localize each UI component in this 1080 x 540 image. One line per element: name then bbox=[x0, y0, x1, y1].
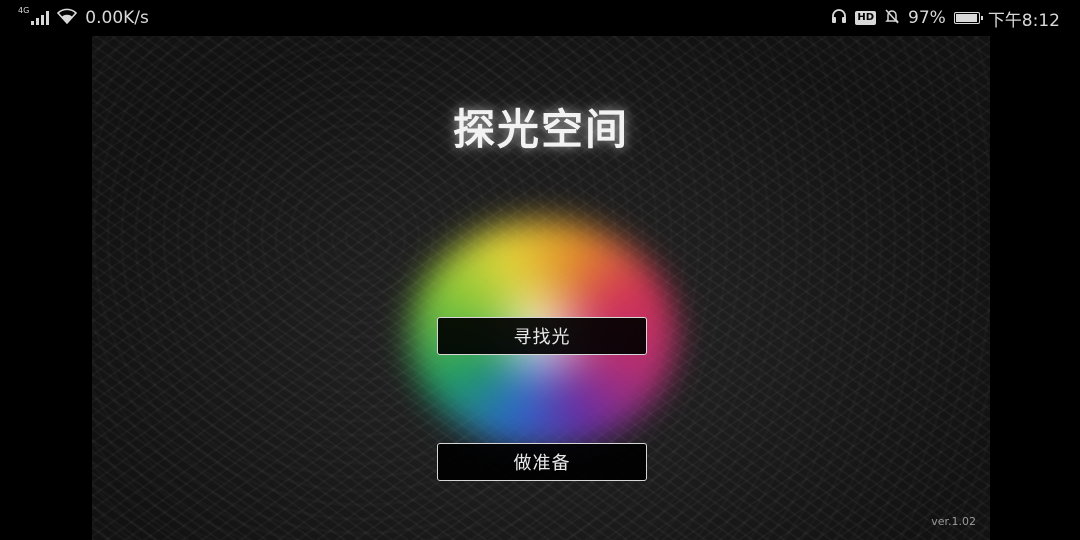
headphones-icon bbox=[831, 8, 847, 29]
net-speed: 0.00K/s bbox=[85, 8, 149, 28]
battery-percent: 97% bbox=[908, 8, 946, 28]
clock: 下午8:12 bbox=[987, 10, 1060, 31]
status-bar-left: 4G 0.00K/s bbox=[18, 0, 149, 36]
battery-fill bbox=[955, 14, 978, 22]
status-bar: 4G 0.00K/s HD 97% 下午8:12 bbox=[0, 0, 1080, 36]
hd-icon: HD bbox=[855, 11, 877, 25]
network-type: 4G bbox=[18, 5, 30, 15]
game-stage: 探光空间 寻找光 做准备 ver.1.02 bbox=[92, 36, 990, 540]
prepare-button[interactable]: 做准备 bbox=[437, 443, 647, 481]
status-bar-right: HD 97% 下午8:12 bbox=[831, 0, 1060, 36]
app-title: 探光空间 bbox=[452, 105, 629, 154]
version-label: ver.1.02 bbox=[931, 515, 976, 528]
signal-icon bbox=[31, 11, 50, 25]
bell-muted-icon bbox=[884, 8, 900, 29]
find-light-button[interactable]: 寻找光 bbox=[437, 317, 647, 355]
battery-icon bbox=[953, 12, 983, 24]
wifi-icon bbox=[57, 8, 78, 29]
